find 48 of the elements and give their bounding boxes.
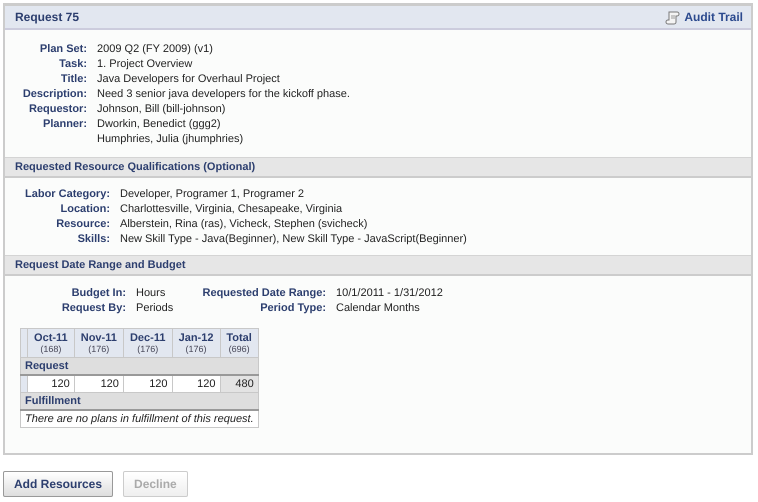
- field-value: 10/1/2011 - 1/31/2012: [336, 287, 444, 299]
- table-cell: 480: [220, 375, 258, 392]
- field-value: New Skill Type - Java(Beginner), New Skill Type - JavaScript(Beginner): [120, 233, 468, 245]
- table-cell: 120: [123, 375, 172, 392]
- table-cell: 120: [74, 375, 124, 392]
- column-header: Dec-11 (176): [123, 328, 172, 358]
- field-value: Periods: [136, 302, 174, 314]
- field-label: Request By:: [60, 302, 126, 314]
- field-label: Labor Category:: [24, 188, 110, 200]
- field-value: Need 3 senior java developers for the kickoff phase.: [97, 88, 351, 100]
- field-value: Humphries, Julia (jhumphries): [97, 133, 244, 145]
- field-label: Location:: [60, 203, 110, 215]
- field-label: Plan Set:: [38, 43, 87, 55]
- audit-trail-link[interactable]: Audit Trail: [665, 9, 743, 25]
- field-value: Dworkin, Benedict (ggg2): [97, 118, 222, 130]
- field-label: Planner:: [42, 118, 87, 130]
- field-label: Budget In:: [70, 287, 126, 299]
- column-header: Nov-11 (176): [74, 328, 124, 358]
- field-value: Charlottesville, Virginia, Chesapeake, Virginia: [120, 203, 344, 215]
- field-value: 2009 Q2 (FY 2009) (v1): [97, 43, 214, 55]
- section-header: Requested Resource Qualifications (Optional): [5, 157, 751, 178]
- table-cell: 120: [28, 375, 74, 392]
- field-label: Period Type:: [259, 302, 326, 314]
- field-label: Resource:: [55, 218, 110, 230]
- field-value: Java Developers for Overhaul Project: [97, 73, 281, 85]
- field-label: Skills:: [76, 233, 110, 245]
- field-value: Alberstein, Rina (ras), Vicheck, Stephen (svicheck): [120, 218, 368, 230]
- column-header: Oct-11 (168): [28, 328, 74, 358]
- field-label: Requested Date Range:: [202, 287, 326, 299]
- field-label: Task:: [58, 58, 87, 70]
- section-header: Request Date Range and Budget: [5, 255, 751, 276]
- table-cell: 120: [172, 375, 220, 392]
- column-header: Jan-12 (176): [172, 328, 220, 358]
- field-value: 1. Project Overview: [97, 58, 194, 70]
- field-value: Developer, Programer 1, Programer 2: [120, 188, 306, 200]
- table-section-header: Fulfillment: [20, 392, 258, 410]
- panel-title: Request 75: [15, 10, 80, 24]
- table-section-header: Request: [20, 358, 258, 375]
- field-value: Hours: [136, 287, 166, 299]
- field-label: Title:: [60, 73, 87, 85]
- field-value: Johnson, Bill (bill-johnson): [97, 103, 226, 115]
- column-header: Total (696): [220, 328, 258, 358]
- field-label: Requestor:: [28, 103, 87, 115]
- empty-message: There are no plans in fulfillment of this request.: [20, 410, 258, 428]
- action-button[interactable]: Add Resources: [3, 471, 114, 497]
- scroll-icon: [665, 9, 682, 25]
- field-value: Calendar Months: [336, 302, 421, 314]
- field-label: Description:: [22, 88, 87, 100]
